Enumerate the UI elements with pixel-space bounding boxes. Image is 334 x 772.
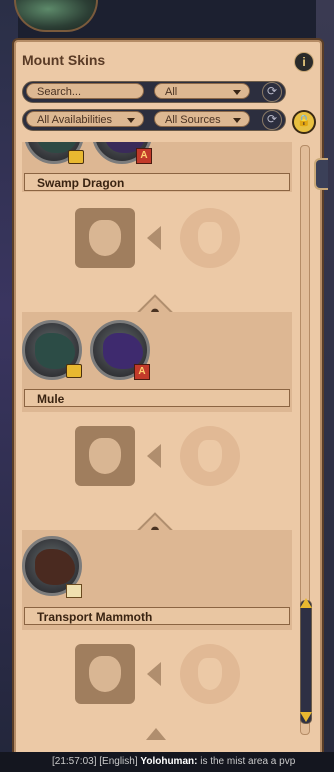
skin-slot[interactable] [75, 644, 135, 704]
mount-skin-list: A Swamp Dragon A Mule Transport Mammoth [22, 142, 292, 742]
chat-timestamp: [21:57:03] [52, 756, 97, 767]
chat-message: is the mist area a pvp [200, 756, 296, 767]
mask-slot-icon [180, 426, 240, 486]
lock-badge-icon [68, 150, 84, 164]
skin-slot[interactable] [75, 426, 135, 486]
availability-value: All Availabilities [37, 114, 113, 126]
availability-dropdown[interactable]: All Availabilities [26, 111, 144, 127]
arrow-left-icon [147, 226, 161, 250]
entry-name: Transport Mammoth [24, 607, 290, 625]
entry-name: Swamp Dragon [24, 173, 290, 191]
mount-portrait-decoration [14, 0, 98, 32]
chat-channel: [English] [99, 756, 138, 767]
search-input[interactable]: Search... [26, 83, 144, 99]
chevron-down-icon [233, 118, 241, 123]
skin-slot[interactable] [75, 208, 135, 268]
calendar-badge-icon [66, 584, 82, 598]
scrollbar-thumb[interactable] [300, 600, 312, 724]
panel-side-tab[interactable] [314, 158, 328, 190]
sources-dropdown[interactable]: All Sources [154, 111, 250, 127]
lock-icon[interactable]: 🔒 [292, 110, 316, 134]
alpha-badge-icon: A [134, 364, 150, 380]
category-dropdown[interactable]: All [154, 83, 250, 99]
alpha-badge-icon: A [136, 148, 152, 164]
scroll-down-icon[interactable] [300, 712, 312, 722]
info-icon[interactable]: i [294, 52, 314, 72]
category-value: All [165, 86, 178, 98]
chat-user[interactable]: Yolohuman: [140, 756, 197, 767]
chevron-down-icon [127, 118, 135, 123]
mask-slot-icon [180, 208, 240, 268]
scroll-up-icon[interactable] [300, 598, 312, 608]
entry-name: Mule [24, 389, 290, 407]
arrow-left-icon [147, 662, 161, 686]
panel-title: Mount Skins [22, 52, 106, 68]
sources-value: All Sources [165, 114, 221, 126]
chat-line: [21:57:03] [English] Yolohuman: is the m… [0, 752, 334, 772]
reset-icon[interactable]: ⟳ [262, 110, 282, 130]
chevron-down-icon [233, 90, 241, 95]
mask-slot-icon [180, 644, 240, 704]
arrow-left-icon [147, 444, 161, 468]
reset-icon[interactable]: ⟳ [262, 82, 282, 102]
lock-badge-icon [66, 364, 82, 378]
chevron-up-icon [146, 728, 166, 740]
